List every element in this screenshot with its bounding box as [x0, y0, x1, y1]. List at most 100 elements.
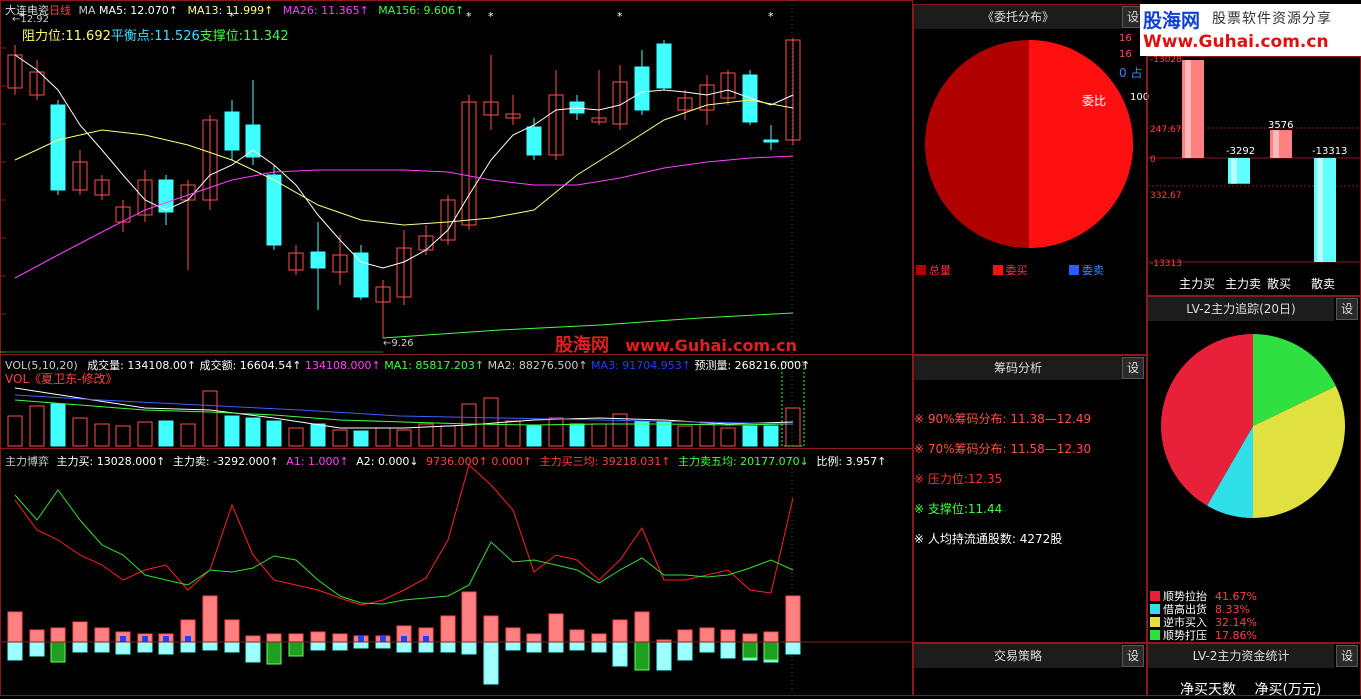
- game-down-bar: [461, 641, 477, 655]
- volume-bar: [72, 417, 88, 447]
- game-blue-marker: [120, 636, 126, 642]
- order-dist-header: 《委托分布》: [914, 5, 1122, 29]
- volume-bar: [720, 427, 736, 447]
- flow-bar-chart: -13028 247.67 0 332.67 -13313 -3292 3576 -13313…: [1148, 56, 1360, 291]
- volume-bar: [440, 425, 456, 447]
- game-up-bar: [548, 613, 564, 643]
- game-green-bar: [742, 641, 758, 659]
- game-up-bar: [505, 627, 521, 643]
- volume-header: VOL(5,10,20) 成交量: 134108.00↑ 成交额: 16604.…: [5, 357, 810, 373]
- flow-axis-label: -13028: [1150, 56, 1182, 65]
- flow-value-label: -13313: [1312, 146, 1347, 157]
- capital-settings-button[interactable]: 设: [1336, 645, 1358, 667]
- game-down-bar: [353, 641, 369, 649]
- candle-body: [266, 174, 282, 246]
- candle-body: [763, 139, 779, 143]
- volume-bar: [742, 425, 758, 447]
- flow-category-label: 主力买: [1179, 277, 1215, 291]
- chip-item: ※ 压力位:12.35: [914, 472, 1003, 486]
- signal-star-icon: *: [19, 10, 25, 23]
- vol-ma3-line: [14, 394, 794, 425]
- candle-body: [224, 111, 240, 151]
- flow-axis-label: -13313: [1150, 259, 1182, 269]
- volume-bar: [634, 420, 650, 447]
- volume-bar: [785, 407, 801, 447]
- volume-bar: [763, 425, 779, 447]
- tracking-legend-item: 顺势打压 17.86%: [1150, 627, 1257, 643]
- order-dist-pie: [925, 40, 1133, 248]
- game-green-bar: [634, 641, 650, 671]
- volume-bar: [548, 417, 564, 447]
- vol-subtitle-text: VOL《夏卫东-修改》: [5, 372, 118, 386]
- volume-bar: [29, 405, 45, 447]
- game-buy: 主力买: 13028.000↑: [56, 455, 166, 468]
- signal-star-icon: *: [466, 10, 472, 23]
- signal-star-icon: *: [229, 10, 235, 23]
- volume-bar: [137, 421, 153, 447]
- game-header: 主力博弈 主力买: 13028.000↑ 主力卖: -3292.000↑ A1:…: [5, 453, 886, 469]
- game-down-bar: [656, 641, 672, 671]
- game-up-bar: [72, 621, 88, 643]
- game-down-bar: [115, 641, 131, 655]
- game-up-bar: [720, 629, 736, 643]
- game-down-bar: [245, 641, 261, 663]
- chip-settings-button[interactable]: 设: [1122, 357, 1144, 379]
- candle-body: [353, 252, 369, 298]
- chip-item: ※ 人均持流通股数: 4272股: [914, 532, 1063, 546]
- strategy-settings-button[interactable]: 设: [1122, 645, 1144, 667]
- game-up-bar: [310, 631, 326, 643]
- volume-bar: [375, 427, 391, 447]
- order-legend: 总量 委买 委卖: [916, 262, 1104, 278]
- volume-bar: [526, 425, 542, 447]
- flow-value-label: -3292: [1226, 146, 1255, 157]
- game-up-bar: [612, 619, 628, 643]
- game-down-bar: [137, 641, 153, 653]
- game-blue-marker: [401, 636, 407, 642]
- candle-body: [245, 124, 261, 158]
- game-down-bar: [7, 641, 23, 661]
- vol-forecast: 预测量: 268216.000↑: [694, 359, 811, 372]
- strategy-header: 交易策略: [914, 644, 1122, 668]
- game-green-bar: [288, 641, 304, 657]
- game-down-bar: [418, 641, 434, 653]
- order-peek-2: 16: [1119, 49, 1132, 60]
- game-buy3: 主力买三均: 39218.031↑: [539, 455, 671, 468]
- game-down-bar: [612, 641, 628, 667]
- game-blue-marker: [380, 636, 386, 642]
- vol-ma3: MA3: 91704.953↑: [591, 359, 691, 372]
- flow-axis-label: 0: [1150, 155, 1156, 165]
- game-down-bar: [440, 641, 456, 653]
- game-v1: 9736.000↑: [426, 455, 488, 468]
- game-up-bar: [569, 629, 585, 643]
- flow-bar-highlight: [1317, 158, 1323, 262]
- game-green-bar: [763, 641, 779, 661]
- tracking-pie: [1161, 334, 1345, 518]
- game-down-bar: [202, 641, 218, 651]
- game-up-bar: [440, 615, 456, 643]
- logo-tagline: 股票软件资源分享: [1212, 11, 1332, 27]
- signal-star-icon: *: [768, 10, 774, 23]
- game-up-bar: [94, 627, 110, 643]
- game-down-bar: [94, 641, 110, 653]
- game-down-bar: [29, 641, 45, 657]
- tracking-settings-button[interactable]: 设: [1336, 298, 1358, 320]
- vol-ma2: MA2: 88276.500↑: [487, 359, 588, 372]
- watermark-url: www.Guhai.com.cn: [625, 336, 798, 355]
- flow-axis-label: 247.67: [1150, 125, 1182, 135]
- flow-bar-highlight: [1185, 60, 1191, 158]
- volume-bar: [245, 417, 261, 447]
- vol-raw-value: 134108.000↑: [305, 359, 381, 372]
- volume-bar: [483, 397, 499, 447]
- logo-banner[interactable]: 股海网 股票软件资源分享 Www.Guhai.com.cn: [1140, 4, 1361, 56]
- game-blue-marker: [358, 636, 364, 642]
- game-ratio: 比例: 3.957↑: [816, 455, 887, 468]
- volume-subtitle: VOL《夏卫东-修改》: [5, 370, 117, 387]
- legend-sell: 委卖: [1069, 264, 1104, 277]
- game-up-bar: [634, 611, 650, 643]
- game-up-bar: [591, 633, 607, 643]
- game-down-bar: [396, 641, 412, 653]
- game-down-bar: [591, 641, 607, 653]
- watermark: 股海网 www.Guhai.com.cn: [555, 331, 797, 357]
- volume-bar: [677, 425, 693, 447]
- chip-panel: [913, 355, 1147, 643]
